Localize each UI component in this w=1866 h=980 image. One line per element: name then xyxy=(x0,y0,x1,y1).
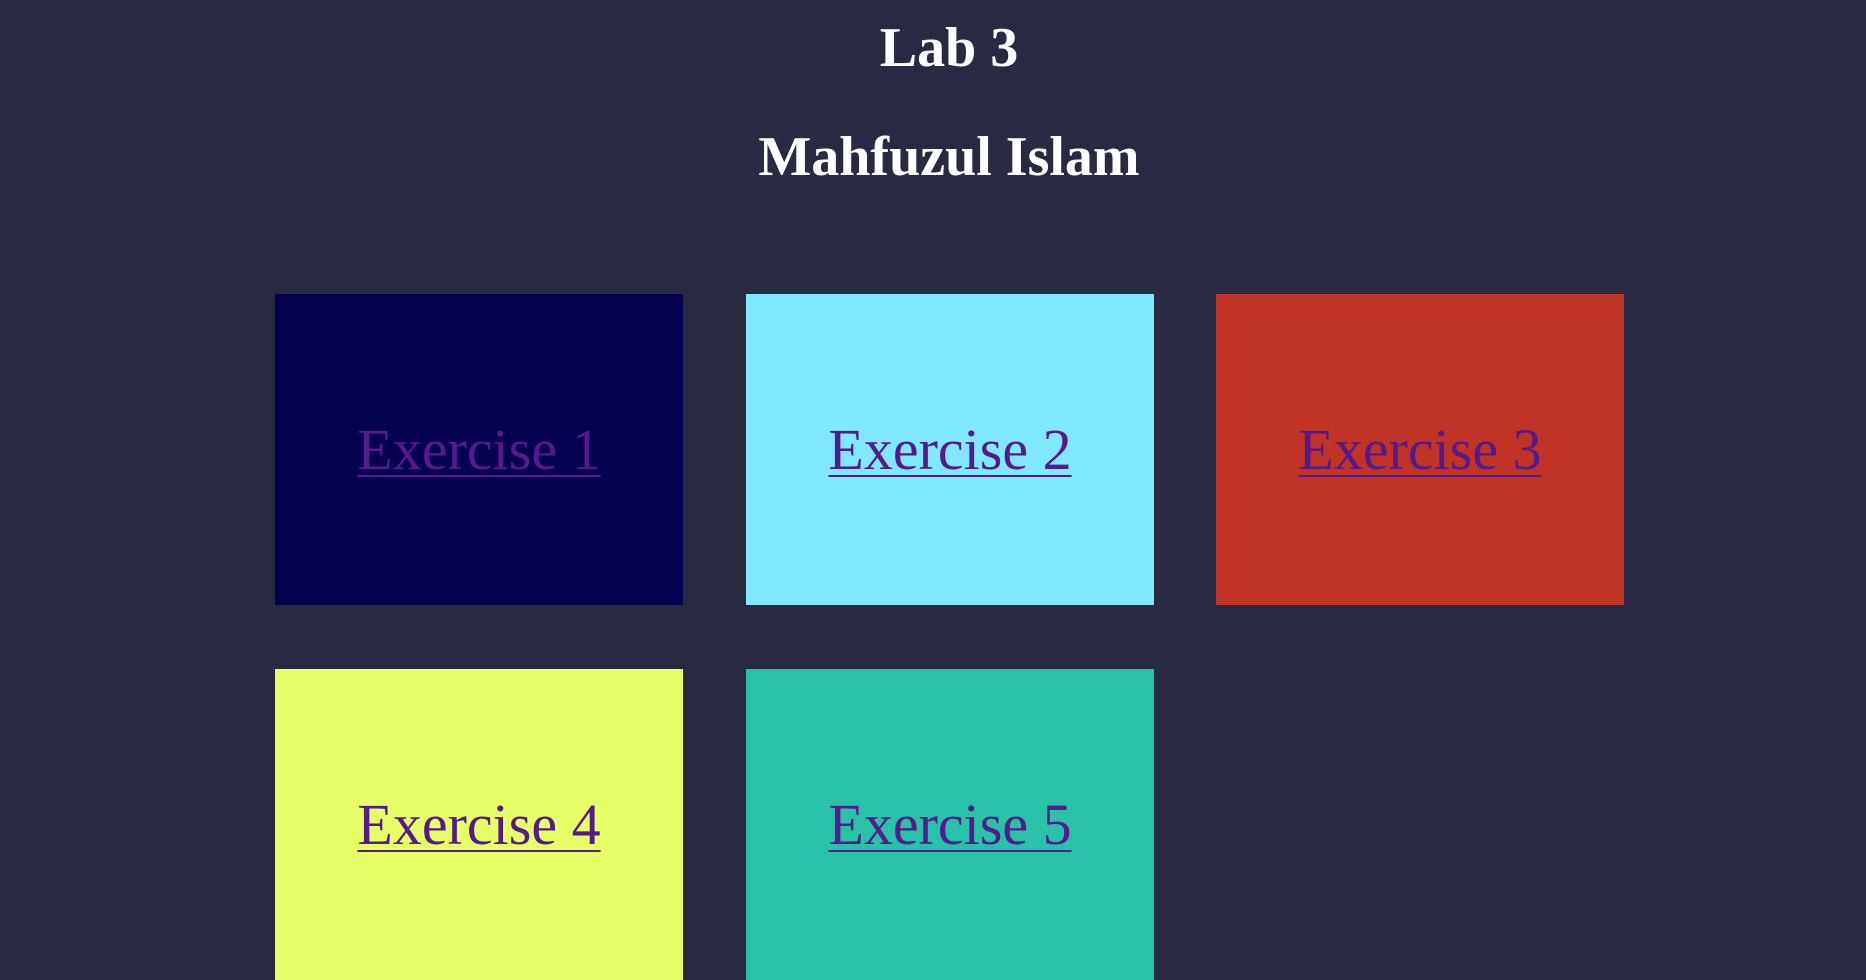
exercise-tile-3: Exercise 3 xyxy=(1216,294,1624,605)
page-title: Lab 3 xyxy=(879,17,1019,79)
exercise-link-4[interactable]: Exercise 4 xyxy=(357,795,600,854)
exercise-tile-2: Exercise 2 xyxy=(746,294,1154,605)
exercise-link-5[interactable]: Exercise 5 xyxy=(828,795,1071,854)
exercise-tile-4: Exercise 4 xyxy=(275,669,683,980)
exercise-tile-1: Exercise 1 xyxy=(275,294,683,605)
author-name: Mahfuzul Islam xyxy=(758,126,1140,188)
exercise-link-2[interactable]: Exercise 2 xyxy=(828,420,1071,479)
exercise-link-1[interactable]: Exercise 1 xyxy=(357,420,600,479)
exercise-link-3[interactable]: Exercise 3 xyxy=(1298,420,1541,479)
exercise-tile-5: Exercise 5 xyxy=(746,669,1154,980)
